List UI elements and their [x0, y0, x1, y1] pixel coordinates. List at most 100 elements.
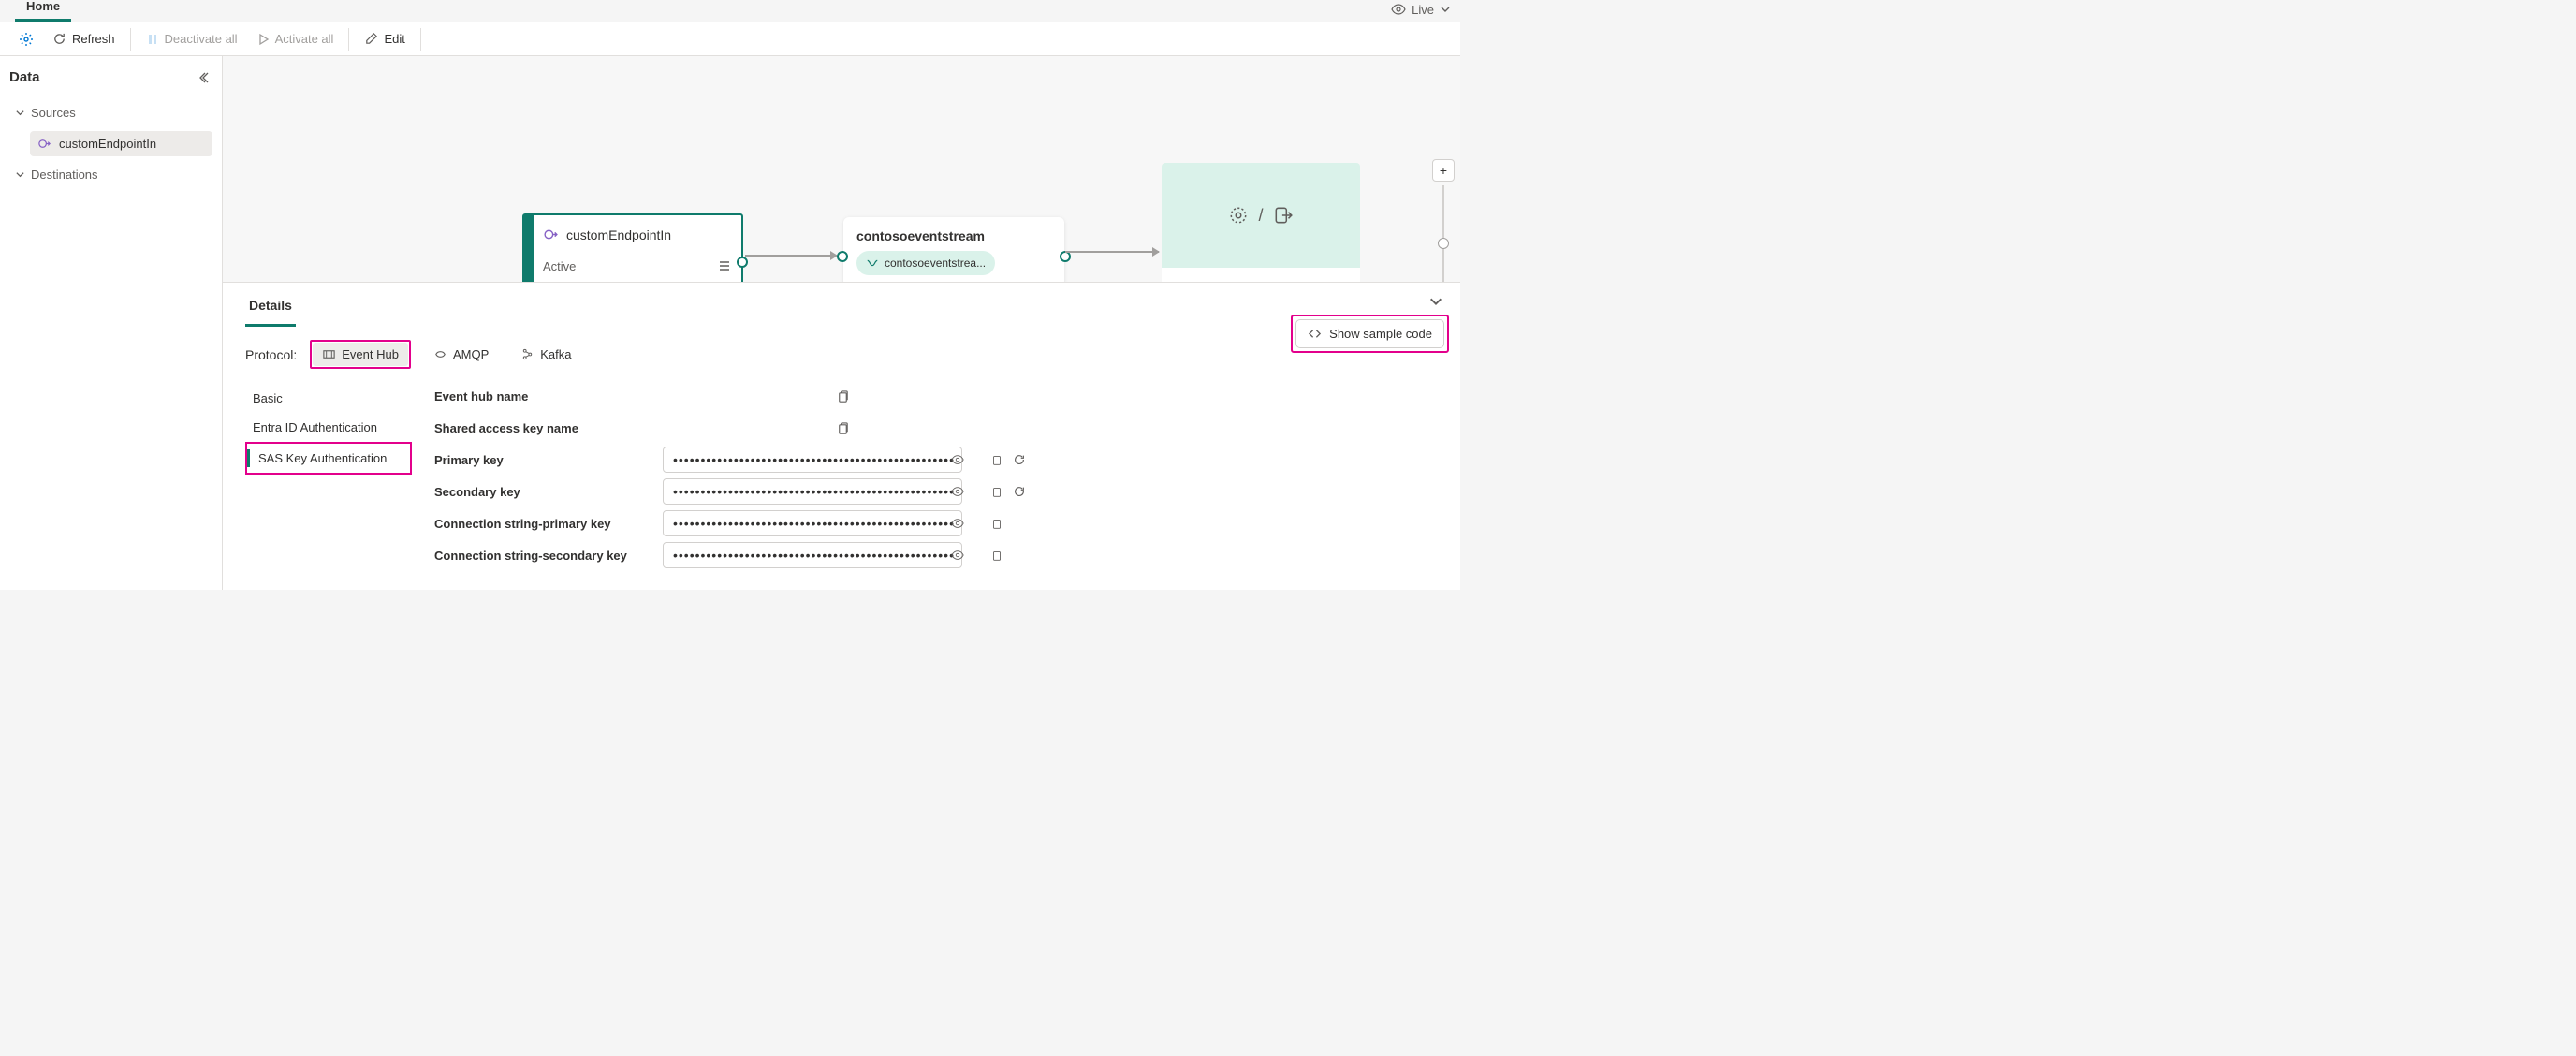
tab-home[interactable]: Home: [15, 0, 71, 22]
auth-method-list: Basic Entra ID Authentication SAS Key Au…: [245, 380, 412, 475]
zoom-slider[interactable]: [1442, 185, 1444, 282]
copy-button[interactable]: [990, 453, 1003, 466]
stream-chip-label: contosoeventstrea...: [885, 257, 986, 270]
output-port[interactable]: [737, 257, 748, 268]
reveal-button[interactable]: [951, 485, 964, 498]
play-icon: [256, 33, 270, 46]
regenerate-button[interactable]: [1013, 485, 1026, 498]
reveal-button[interactable]: [951, 517, 964, 530]
toolbar: Refresh Deactivate all Activate all Edit: [0, 22, 1460, 56]
show-sample-code-button[interactable]: Show sample code: [1295, 319, 1444, 348]
edit-icon: [364, 32, 378, 46]
copy-button[interactable]: [990, 549, 1003, 562]
auth-basic[interactable]: Basic: [245, 384, 412, 413]
refresh-label: Refresh: [72, 32, 115, 46]
secondary-key-input[interactable]: ••••••••••••••••••••••••••••••••••••••••…: [663, 478, 962, 505]
live-mode-control[interactable]: Live: [1391, 2, 1451, 17]
live-label: Live: [1412, 3, 1434, 17]
copy-icon: [836, 421, 850, 435]
deactivate-all-button[interactable]: Deactivate all: [137, 26, 247, 51]
regenerate-button[interactable]: [1013, 453, 1026, 466]
activate-all-label: Activate all: [275, 32, 334, 46]
destination-hint-text: Switch to edit mode to Transform event o…: [1162, 268, 1360, 282]
sources-label: Sources: [31, 106, 76, 120]
copy-icon: [836, 389, 850, 403]
settings-button[interactable]: [9, 26, 43, 52]
conn-secondary-input[interactable]: ••••••••••••••••••••••••••••••••••••••••…: [663, 542, 962, 568]
amqp-icon: [433, 347, 447, 361]
field-label-conn-secondary: Connection string-secondary key: [434, 549, 650, 563]
collapse-details-button[interactable]: [1428, 294, 1443, 309]
edit-label: Edit: [384, 32, 404, 46]
canvas-zoom-controls: + −: [1432, 159, 1455, 282]
conn-primary-input[interactable]: ••••••••••••••••••••••••••••••••••••••••…: [663, 510, 962, 536]
slash-separator: /: [1258, 206, 1263, 226]
activate-all-button[interactable]: Activate all: [247, 26, 344, 51]
tab-details[interactable]: Details: [245, 292, 296, 327]
transform-icon: [1228, 205, 1249, 226]
node-title: contosoeventstream: [856, 228, 1051, 243]
sidebar-title: Data: [9, 69, 212, 85]
pipeline-canvas[interactable]: customEndpointIn Active contosoeventstre…: [223, 56, 1460, 282]
node-status: Active: [543, 259, 576, 273]
auth-sas-key[interactable]: SAS Key Authentication: [247, 444, 410, 473]
top-tab-bar: Home Live: [0, 0, 1460, 22]
node-accent-stripe: [524, 215, 534, 282]
sidebar-item-customendpointin[interactable]: customEndpointIn: [30, 131, 212, 156]
pause-icon: [146, 33, 159, 46]
chevron-down-icon: [15, 169, 25, 180]
node-destination-placeholder[interactable]: / Switch to edit mode to Transform event…: [1162, 163, 1360, 282]
field-label-primary-key: Primary key: [434, 453, 650, 467]
zoom-in-button[interactable]: +: [1432, 159, 1455, 182]
details-panel: Details Protocol: Event Hub: [223, 282, 1460, 590]
menu-icon[interactable]: [717, 258, 732, 273]
copy-button[interactable]: [990, 517, 1003, 530]
reveal-button[interactable]: [951, 549, 964, 562]
node-source-customendpointin[interactable]: customEndpointIn Active: [522, 213, 743, 282]
chevron-down-icon: [1428, 294, 1443, 309]
chevron-down-icon: [1440, 4, 1451, 15]
connector: [745, 255, 837, 257]
sidebar-item-label: customEndpointIn: [59, 137, 156, 151]
gear-icon: [19, 32, 34, 47]
field-label-conn-primary: Connection string-primary key: [434, 517, 650, 531]
reveal-button[interactable]: [951, 453, 964, 466]
destinations-label: Destinations: [31, 168, 98, 182]
copy-button[interactable]: [835, 389, 850, 403]
collapse-sidebar-icon[interactable]: [199, 71, 212, 84]
chevron-down-icon: [15, 108, 25, 118]
auth-entra-id[interactable]: Entra ID Authentication: [245, 413, 412, 442]
protocol-label: Kafka: [540, 347, 571, 361]
data-sidebar: Data Sources customEndpointIn Destinatio…: [0, 56, 223, 590]
node-stream-contosoeventstream[interactable]: contosoeventstream contosoeventstrea...: [843, 217, 1064, 282]
refresh-icon: [52, 32, 66, 46]
endpoint-in-icon: [37, 137, 51, 151]
visibility-icon: [1391, 2, 1406, 17]
stream-chip[interactable]: contosoeventstrea...: [856, 251, 995, 275]
refresh-button[interactable]: Refresh: [43, 26, 124, 51]
stream-icon: [866, 257, 879, 270]
primary-key-input[interactable]: ••••••••••••••••••••••••••••••••••••••••…: [663, 447, 962, 473]
deactivate-all-label: Deactivate all: [165, 32, 238, 46]
toolbar-separator: [130, 28, 131, 51]
input-port[interactable]: [837, 251, 848, 262]
zoom-thumb[interactable]: [1438, 238, 1449, 249]
toolbar-separator: [348, 28, 349, 51]
protocol-event-hub[interactable]: Event Hub: [313, 343, 408, 366]
endpoint-in-icon: [543, 227, 559, 242]
connection-fields: Event hub name Shared access key name: [434, 380, 1164, 571]
field-label-shared-access-key-name: Shared access key name: [434, 421, 650, 435]
edit-button[interactable]: Edit: [355, 26, 414, 51]
sample-code-label: Show sample code: [1329, 327, 1432, 341]
copy-button[interactable]: [835, 420, 850, 435]
kafka-icon: [520, 347, 534, 361]
copy-button[interactable]: [990, 485, 1003, 498]
protocol-kafka[interactable]: Kafka: [511, 343, 580, 366]
output-icon: [1273, 205, 1294, 226]
sources-section-header[interactable]: Sources: [9, 100, 212, 125]
toolbar-separator: [420, 28, 421, 51]
field-label-secondary-key: Secondary key: [434, 485, 650, 499]
code-icon: [1308, 327, 1322, 341]
destinations-section-header[interactable]: Destinations: [9, 162, 212, 187]
protocol-amqp[interactable]: AMQP: [424, 343, 498, 366]
